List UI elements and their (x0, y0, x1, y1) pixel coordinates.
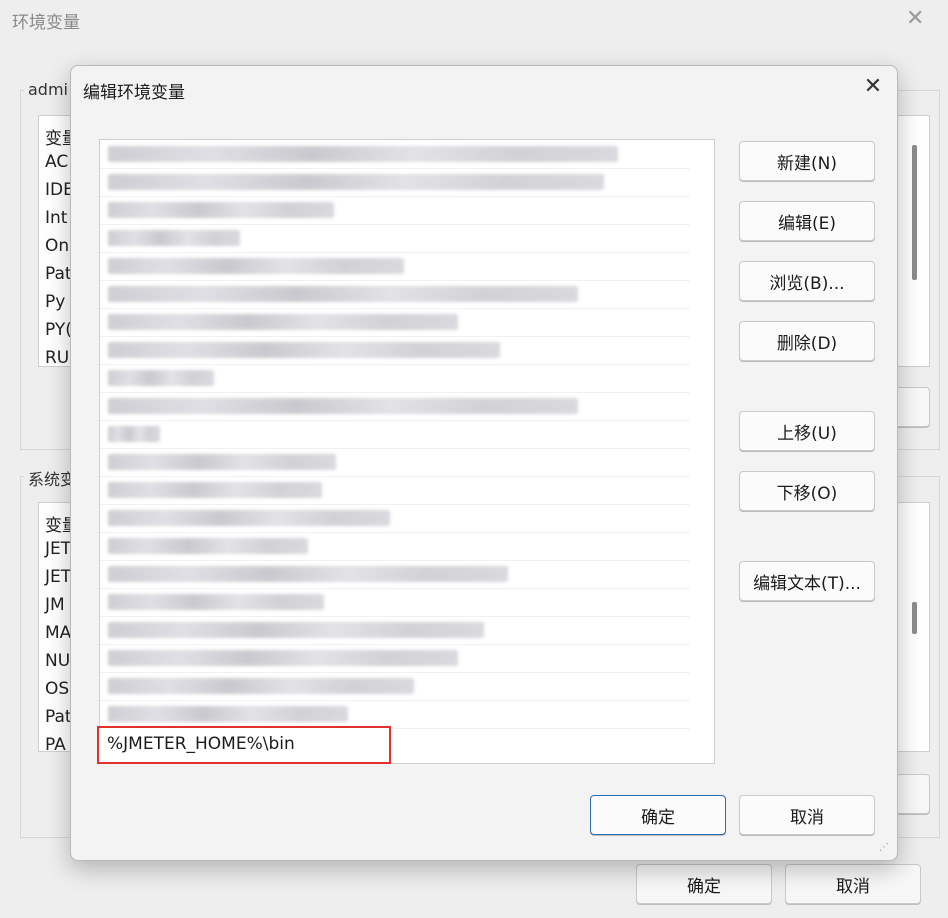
list-item[interactable] (100, 420, 690, 449)
list-item[interactable] (100, 700, 690, 729)
parent-ok-button[interactable]: 确定 (636, 864, 772, 904)
list-item[interactable] (100, 448, 690, 477)
redacted-entry (108, 706, 348, 722)
edit-env-dialog: 编辑环境变量 ✕ 新建(N) 编辑(E) 浏览(B)... 删除(D) 上移(U… (70, 65, 898, 861)
move-up-button[interactable]: 上移(U) (739, 411, 875, 451)
redacted-entry (108, 370, 214, 386)
redacted-entry (108, 286, 578, 302)
list-item[interactable]: MA (45, 623, 71, 643)
list-item[interactable] (100, 616, 690, 645)
list-item[interactable] (100, 672, 690, 701)
list-item[interactable]: Py (45, 292, 65, 312)
redacted-entry (108, 314, 458, 330)
list-item[interactable] (100, 308, 690, 337)
list-item[interactable] (100, 336, 690, 365)
ok-button[interactable]: 确定 (590, 795, 726, 835)
list-item[interactable]: JET (45, 567, 71, 587)
list-item[interactable]: JM (45, 595, 65, 615)
list-item[interactable]: JET (45, 539, 71, 559)
parent-cancel-button[interactable]: 取消 (785, 864, 921, 904)
list-item[interactable]: Pat (45, 264, 72, 284)
list-item[interactable]: NU (45, 651, 70, 671)
list-item[interactable]: PY( (45, 320, 72, 340)
redacted-entry (108, 342, 500, 358)
list-item[interactable]: PA (45, 735, 66, 755)
delete-button[interactable]: 删除(D) (739, 321, 875, 361)
list-item[interactable]: OS (45, 679, 69, 699)
redacted-entry (108, 482, 322, 498)
redacted-entry (108, 678, 414, 694)
move-down-button[interactable]: 下移(O) (739, 471, 875, 511)
list-item[interactable] (100, 364, 690, 393)
user-variables-label: admi (24, 80, 72, 99)
list-item[interactable] (100, 252, 690, 281)
redacted-entry (108, 146, 618, 162)
parent-window-title: 环境变量 (12, 13, 80, 33)
edit-text-button[interactable]: 编辑文本(T)... (739, 561, 875, 601)
redacted-entry (108, 454, 336, 470)
list-item[interactable] (100, 140, 690, 169)
list-item[interactable]: AC (45, 152, 68, 172)
list-item[interactable] (100, 392, 690, 421)
list-item[interactable] (100, 196, 690, 225)
cancel-button[interactable]: 取消 (739, 795, 875, 835)
browse-button[interactable]: 浏览(B)... (739, 261, 875, 301)
close-icon[interactable]: ✕ (859, 72, 887, 100)
list-item[interactable] (100, 588, 690, 617)
redacted-entry (108, 230, 240, 246)
list-item[interactable] (100, 560, 690, 589)
redacted-entry (108, 426, 160, 442)
path-entry-input[interactable] (107, 734, 377, 754)
list-item[interactable] (100, 644, 690, 673)
new-button[interactable]: 新建(N) (739, 141, 875, 181)
redacted-entry (108, 398, 578, 414)
redacted-entry (108, 594, 324, 610)
list-item[interactable] (100, 224, 690, 253)
redacted-entry (108, 510, 390, 526)
list-item[interactable]: Pat (45, 707, 72, 727)
list-item[interactable] (100, 476, 690, 505)
resize-grip-icon[interactable]: ⋰ (879, 842, 889, 853)
list-item[interactable]: On (45, 236, 69, 256)
redacted-entry (108, 538, 308, 554)
edit-button[interactable]: 编辑(E) (739, 201, 875, 241)
list-item[interactable]: Int (45, 208, 67, 228)
redacted-entry (108, 566, 508, 582)
redacted-entry (108, 650, 458, 666)
path-entries-list[interactable] (99, 139, 715, 764)
redacted-entry (108, 202, 334, 218)
list-item[interactable] (100, 532, 690, 561)
dialog-title: 编辑环境变量 (83, 83, 185, 103)
list-item[interactable] (100, 280, 690, 309)
redacted-entry (108, 622, 484, 638)
list-item[interactable] (100, 168, 690, 197)
parent-close-icon[interactable]: ✕ (906, 6, 924, 31)
editing-entry-field[interactable] (97, 726, 391, 764)
redacted-entry (108, 174, 604, 190)
redacted-entry (108, 258, 404, 274)
list-item[interactable] (100, 504, 690, 533)
user-list-scrollbar[interactable] (912, 145, 917, 280)
system-list-scrollbar[interactable] (912, 602, 917, 634)
list-item[interactable]: RU (45, 348, 69, 368)
